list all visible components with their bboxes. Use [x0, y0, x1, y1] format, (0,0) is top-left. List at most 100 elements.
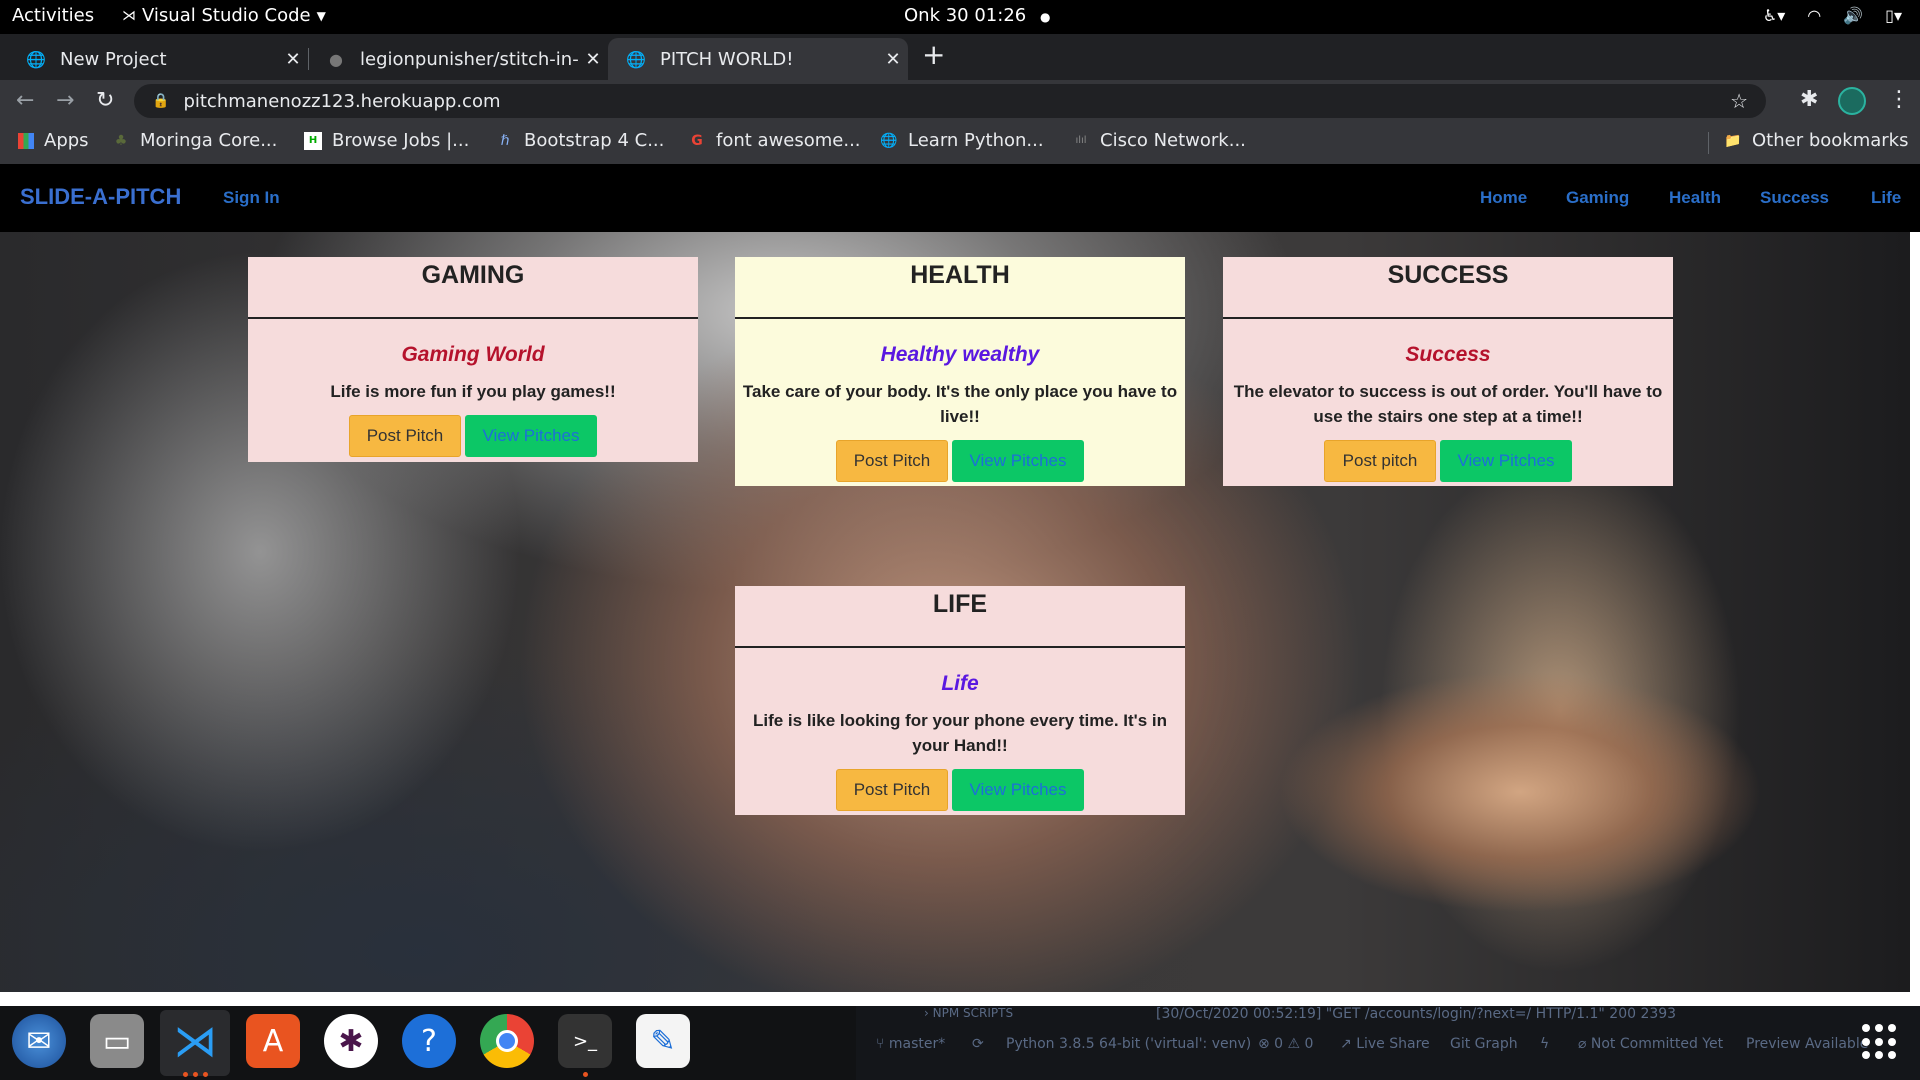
- folder-icon: 📁: [1724, 132, 1742, 149]
- battery-icon: ▯▾: [1885, 6, 1902, 25]
- card-heading: SUCCESS: [1223, 257, 1673, 319]
- sign-in-link[interactable]: Sign In: [223, 188, 280, 208]
- nav-health[interactable]: Health: [1669, 188, 1721, 208]
- activities-button[interactable]: Activities: [12, 5, 94, 26]
- tab-pitch-world[interactable]: 🌐 PITCH WORLD! ✕: [608, 38, 908, 80]
- card-text: Life is more fun if you play games!!: [330, 382, 616, 401]
- post-pitch-button[interactable]: Post Pitch: [836, 769, 948, 811]
- card-actions: Post Pitch View Pitches: [248, 415, 698, 457]
- new-tab-button[interactable]: +: [922, 38, 945, 71]
- view-pitches-button[interactable]: View Pitches: [1440, 440, 1572, 482]
- software-center-icon[interactable]: A: [246, 1014, 300, 1068]
- extensions-puzzle-icon[interactable]: ✱: [1800, 87, 1818, 112]
- card-actions: Post Pitch View Pitches: [735, 769, 1185, 811]
- commit-status[interactable]: ⌀ Not Committed Yet: [1578, 1036, 1723, 1052]
- kebab-menu-icon[interactable]: ⋮: [1888, 87, 1910, 112]
- tab-title: legionpunisher/stitch-in-t: [360, 48, 578, 70]
- notification-dot-icon: ●: [1039, 10, 1051, 24]
- live-share-label: Live Share: [1356, 1036, 1430, 1052]
- volume-icon: 🔊: [1843, 6, 1864, 25]
- thunderbird-icon[interactable]: ✉: [12, 1014, 66, 1068]
- files-icon[interactable]: ▭: [90, 1014, 144, 1068]
- bookmark-label: Moringa Core...: [140, 130, 278, 151]
- avatar[interactable]: [1838, 87, 1866, 115]
- git-graph[interactable]: Git Graph: [1450, 1036, 1518, 1052]
- help-icon[interactable]: ?: [402, 1014, 456, 1068]
- running-indicator-dot: [583, 1072, 588, 1077]
- nav-gaming[interactable]: Gaming: [1566, 188, 1629, 208]
- view-pitches-button[interactable]: View Pitches: [952, 440, 1084, 482]
- bookmark-browse-jobs[interactable]: H Browse Jobs |...: [304, 130, 469, 151]
- close-icon[interactable]: ✕: [278, 49, 308, 70]
- sync-icon[interactable]: ⟳: [972, 1036, 984, 1052]
- card-heading: LIFE: [735, 586, 1185, 648]
- python-interpreter[interactable]: Python 3.8.5 64-bit ('virtual': venv): [1006, 1036, 1251, 1052]
- chevron-down-icon: ▼: [316, 8, 326, 23]
- moringa-icon: ♣: [114, 132, 128, 149]
- nav-life[interactable]: Life: [1871, 188, 1901, 208]
- close-icon[interactable]: ✕: [578, 49, 608, 70]
- nav-success[interactable]: Success: [1760, 188, 1829, 208]
- npm-scripts-label: › NPM SCRIPTS: [924, 1006, 1014, 1020]
- running-indicator-dot: [193, 1072, 198, 1077]
- vscode-small-icon: ⋊: [122, 7, 136, 24]
- accessibility-icon[interactable]: ♿▾: [1763, 6, 1785, 25]
- site-brand[interactable]: SLIDE-A-PITCH: [20, 184, 181, 210]
- system-tray[interactable]: ♿▾ ◠ 🔊 ▯▾: [1763, 6, 1902, 25]
- category-card-gaming: GAMING Gaming World Life is more fun if …: [248, 257, 698, 462]
- slack-icon[interactable]: ✱: [324, 1014, 378, 1068]
- card-actions: Post pitch View Pitches: [1223, 440, 1673, 482]
- back-arrow-icon[interactable]: ←: [16, 88, 34, 113]
- card-subtitle: Success: [1405, 343, 1491, 366]
- globe-icon: 🌐: [26, 49, 46, 69]
- forward-arrow-icon[interactable]: →: [56, 88, 74, 113]
- view-pitches-button[interactable]: View Pitches: [952, 769, 1084, 811]
- show-applications-icon[interactable]: [1862, 1024, 1898, 1060]
- text-editor-icon[interactable]: ✎: [636, 1014, 690, 1068]
- bookmark-learn-python[interactable]: 🌐 Learn Python...: [880, 130, 1043, 151]
- bookmark-label: Bootstrap 4 C...: [524, 130, 665, 151]
- lock-icon[interactable]: 🔒: [152, 93, 169, 109]
- app-menu[interactable]: ⋊ Visual Studio Code ▼: [122, 5, 326, 26]
- bookmark-cisco[interactable]: ılıl Cisco Network...: [1072, 130, 1245, 151]
- nav-home[interactable]: Home: [1480, 188, 1527, 208]
- bookmark-bootstrap[interactable]: ℏ Bootstrap 4 C...: [496, 130, 665, 151]
- vscode-icon[interactable]: ⋊: [168, 1014, 222, 1068]
- clock[interactable]: Onk 30 01:26 ●: [904, 5, 1050, 26]
- tab-new-project[interactable]: 🌐 New Project ✕: [8, 38, 308, 80]
- bootstrap-icon: ℏ: [500, 132, 510, 149]
- view-pitches-button[interactable]: View Pitches: [465, 415, 597, 457]
- tab-title: New Project: [60, 48, 167, 70]
- close-icon[interactable]: ✕: [878, 49, 908, 70]
- clock-label: Onk 30 01:26: [904, 5, 1027, 26]
- bookmark-other[interactable]: 📁 Other bookmarks: [1724, 130, 1908, 151]
- reload-icon[interactable]: ↻: [96, 88, 114, 113]
- post-pitch-button[interactable]: Post Pitch: [836, 440, 948, 482]
- post-pitch-button[interactable]: Post Pitch: [349, 415, 461, 457]
- bookmark-moringa[interactable]: ♣ Moringa Core...: [112, 130, 278, 151]
- tab-github[interactable]: ● legionpunisher/stitch-in-t ✕: [308, 38, 608, 80]
- vscode-status-strip: › NPM SCRIPTS [30/Oct/2020 00:52:19] "GE…: [856, 1006, 1920, 1080]
- chrome-icon[interactable]: [480, 1014, 534, 1068]
- category-card-success: SUCCESS Success The elevator to success …: [1223, 257, 1673, 486]
- bookmark-divider: [1708, 132, 1709, 154]
- running-indicator-dot: [183, 1072, 188, 1077]
- address-bar[interactable]: 🔒 pitchmanenozz123.herokuapp.com ☆: [134, 84, 1766, 118]
- bookmark-label: Apps: [44, 130, 89, 151]
- jobs-icon: H: [304, 131, 322, 150]
- lightning-icon[interactable]: ϟ: [1540, 1036, 1549, 1052]
- terminal-log-line: [30/Oct/2020 00:52:19] "GET /accounts/lo…: [1156, 1006, 1677, 1022]
- url-text: pitchmanenozz123.herokuapp.com: [183, 90, 501, 112]
- preview-status[interactable]: Preview Available: [1746, 1036, 1868, 1052]
- git-branch[interactable]: ⑂ master*: [876, 1036, 945, 1052]
- card-text: Take care of your body. It's the only pl…: [742, 382, 1178, 426]
- category-card-health: HEALTH Healthy wealthy Take care of your…: [735, 257, 1185, 486]
- bookmark-apps[interactable]: Apps: [18, 130, 89, 151]
- terminal-icon[interactable]: >_: [558, 1014, 612, 1068]
- live-share[interactable]: ↗ Live Share: [1340, 1036, 1430, 1052]
- bookmark-star-icon[interactable]: ☆: [1730, 89, 1748, 113]
- card-heading: HEALTH: [735, 257, 1185, 319]
- post-pitch-button[interactable]: Post pitch: [1324, 440, 1436, 482]
- problems-indicator[interactable]: ⊗ 0 ⚠ 0: [1258, 1036, 1313, 1052]
- bookmark-font-awesome[interactable]: G font awesome...: [688, 130, 860, 151]
